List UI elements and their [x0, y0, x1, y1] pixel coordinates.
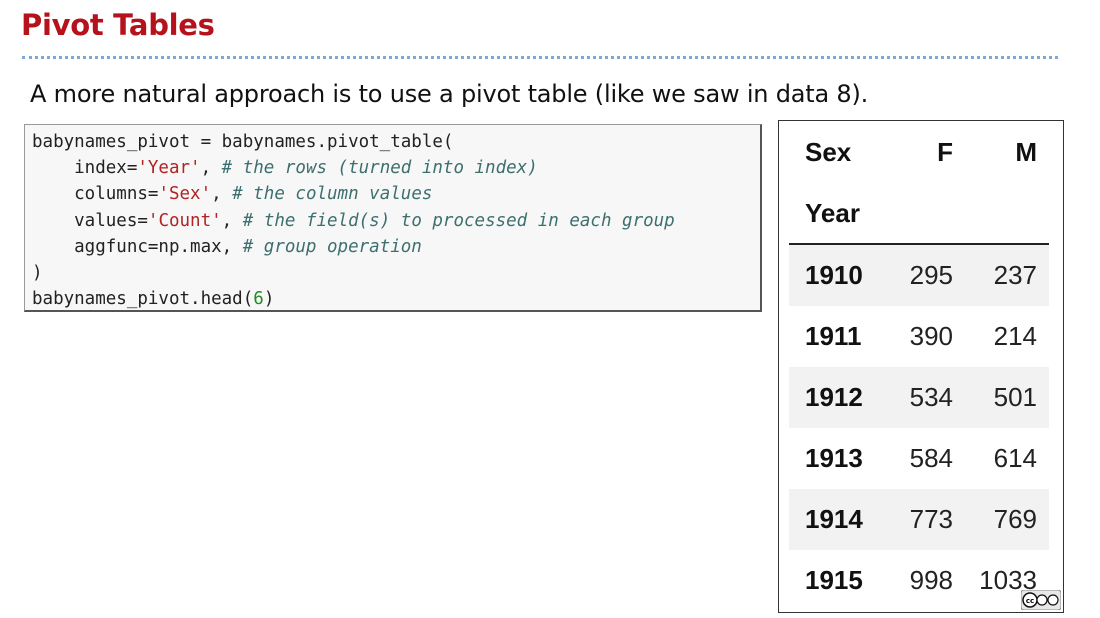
code-token: ,: [211, 184, 233, 205]
column-header-f: F: [937, 136, 953, 167]
code-token: # the rows (turned into index): [221, 158, 538, 179]
code-line: index='Year', # the rows (turned into in…: [32, 155, 760, 181]
code-cell[interactable]: babynames_pivot = babynames.pivot_table(…: [24, 124, 762, 312]
slide-subtitle: A more natural approach is to use a pivo…: [30, 80, 869, 108]
row-m-value: 614: [993, 443, 1037, 473]
code-token: # the column values: [232, 184, 433, 205]
code-line: columns='Sex', # the column values: [32, 181, 760, 207]
code-line: values='Count', # the field(s) to proces…: [32, 208, 760, 234]
table-row: 1915 998 1033: [789, 550, 1049, 611]
row-m-value: 501: [993, 382, 1037, 412]
row-year: 1910: [805, 260, 863, 290]
code-line: babynames_pivot = babynames.pivot_table(: [32, 129, 760, 155]
columns-label: Sex: [805, 136, 852, 167]
code-line: ): [32, 260, 760, 286]
row-m-value: 769: [993, 504, 1037, 534]
code-line: babynames_pivot.head(6): [32, 286, 760, 312]
code-token: 'Year': [137, 158, 201, 179]
code-token: columns=: [32, 184, 159, 205]
column-header-row: Sex F M: [789, 121, 1049, 183]
row-year: 1912: [805, 382, 863, 412]
code-token: ,: [200, 158, 222, 179]
row-m-value: 214: [993, 321, 1037, 351]
svg-text:cc: cc: [1026, 597, 1034, 605]
code-token: 'Count': [147, 210, 222, 231]
column-header-m: M: [1015, 136, 1037, 167]
table-row: 1912 534 501: [789, 367, 1049, 428]
code-token: ,: [221, 210, 243, 231]
pivot-table-output: Sex F M Year 1910 295 237 1911 390 214 1912 534…: [778, 120, 1064, 613]
row-f-value: 534: [909, 382, 953, 412]
code-token: aggfunc=np.max,: [32, 236, 243, 257]
slide-title: Pivot Tables: [21, 8, 215, 42]
code-token: babynames_pivot.head(: [32, 289, 254, 310]
row-year: 1911: [805, 321, 862, 351]
title-divider: [22, 56, 1058, 59]
row-m-value: 237: [993, 260, 1037, 290]
code-token: 6: [253, 289, 264, 310]
row-year: 1914: [805, 504, 863, 534]
code-token: values=: [32, 210, 148, 231]
code-token: babynames_pivot = babynames.pivot_table(: [32, 132, 454, 152]
row-f-value: 390: [909, 321, 953, 351]
row-year: 1915: [805, 565, 863, 595]
table-row: 1914 773 769: [789, 489, 1049, 550]
row-year: 1913: [805, 443, 863, 473]
index-label: Year: [805, 197, 860, 228]
code-token: ): [32, 262, 43, 283]
code-token: index=: [32, 158, 138, 179]
code-token: # group operation: [242, 236, 422, 257]
code-token: # the field(s) to processed in each grou…: [242, 210, 675, 231]
table-row: 1911 390 214: [789, 306, 1049, 367]
cc-license-icon: cc: [1021, 590, 1061, 610]
table-row: 1913 584 614: [789, 428, 1049, 489]
code-token: 'Sex': [158, 184, 212, 205]
row-f-value: 295: [909, 260, 953, 290]
table-row: 1910 295 237: [789, 245, 1049, 306]
code-line: aggfunc=np.max, # group operation: [32, 234, 760, 260]
row-f-value: 998: [909, 565, 953, 595]
row-f-value: 584: [909, 443, 953, 473]
code-token: ): [263, 289, 275, 310]
index-header-row: Year: [789, 183, 1049, 245]
row-f-value: 773: [909, 504, 953, 534]
